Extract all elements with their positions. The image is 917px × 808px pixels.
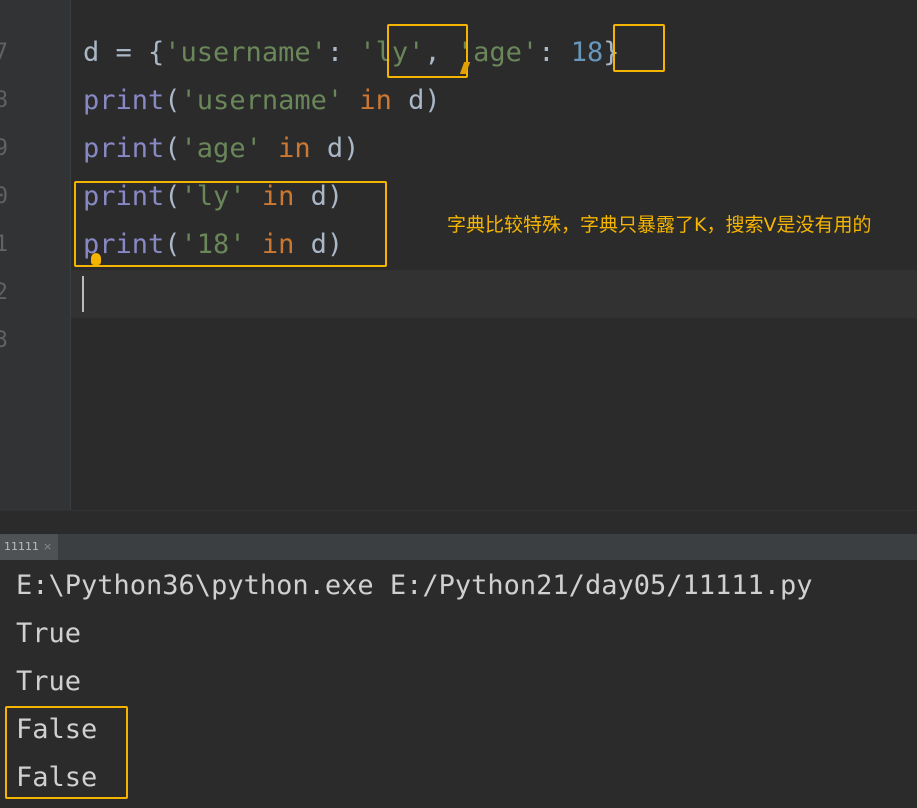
line-number-gutter: 7 8 9 0 1 2 3 [0, 0, 71, 510]
annotation-note: 字典比较特殊，字典只暴露了K，搜索V是没有用的 [447, 214, 872, 236]
close-icon[interactable]: × [43, 540, 52, 553]
console-output-line: True [16, 666, 82, 697]
code-token: in [278, 133, 311, 164]
run-tab-label: 11111 [4, 540, 39, 553]
code-token: : [326, 37, 360, 68]
lightbulb-icon[interactable] [91, 253, 101, 265]
run-console[interactable]: E:\Python36\python.exe E:/Python21/day05… [0, 560, 917, 808]
code-token: d = { [83, 37, 165, 68]
current-line-highlight [71, 270, 917, 318]
code-token: ( [164, 133, 181, 164]
code-token: d) [310, 133, 360, 164]
code-line[interactable]: d = {'username': 'ly', 'age': 18} [83, 29, 619, 77]
line-number: 0 [0, 184, 8, 209]
line-number: 7 [0, 40, 8, 65]
code-line[interactable]: print('username' in d) [83, 77, 441, 125]
highlight-box-value-ly [387, 24, 468, 78]
code-token: ( [164, 85, 181, 116]
code-token: : [538, 37, 571, 68]
code-token: 'username' [180, 85, 344, 116]
code-token: 'username' [164, 37, 327, 68]
line-number: 3 [0, 328, 8, 353]
code-token: print [83, 85, 165, 116]
panel-splitter[interactable] [0, 510, 917, 535]
console-command-line: E:\Python36\python.exe E:/Python21/day05… [16, 570, 813, 601]
code-line[interactable]: print('age' in d) [83, 125, 359, 173]
code-token: in [359, 85, 392, 116]
code-token: d) [391, 85, 441, 116]
line-number: 1 [0, 232, 8, 257]
line-number: 8 [0, 88, 8, 113]
run-tab[interactable]: 11111 × [0, 534, 59, 560]
code-token: 'age' [180, 133, 262, 164]
highlight-box-value-lookups [74, 181, 387, 267]
highlight-box-false-results [5, 706, 128, 799]
highlight-box-value-18 [613, 24, 665, 72]
console-output-line: True [16, 618, 82, 649]
text-caret [82, 276, 84, 312]
code-token: print [83, 133, 165, 164]
line-number: 2 [0, 280, 8, 305]
line-number: 9 [0, 136, 8, 161]
run-tab-bar: 11111 × [0, 534, 917, 560]
code-token: 18 [570, 37, 604, 68]
code-editor[interactable]: 7 8 9 0 1 2 3 d = {'username': 'ly', 'ag… [0, 0, 917, 510]
